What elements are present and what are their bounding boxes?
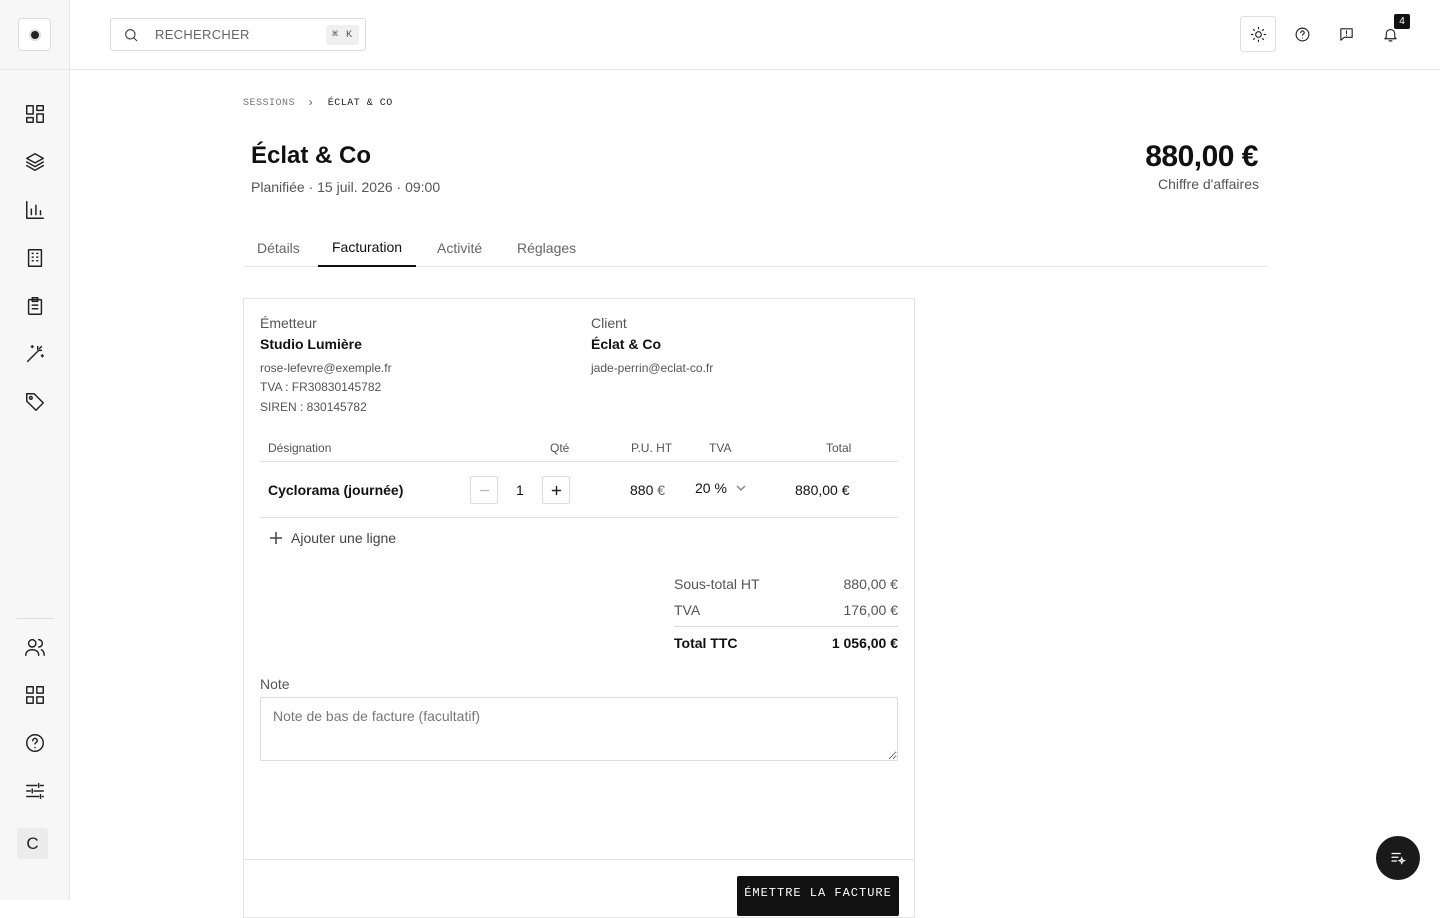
tab-bar: Détails Facturation Activité Réglages (243, 228, 1267, 267)
chevron-right-icon: › (307, 96, 315, 110)
tab-billing[interactable]: Facturation (318, 228, 417, 267)
column-header-unit-price: P.U. HT (631, 441, 673, 455)
tab-details[interactable]: Détails (243, 228, 314, 267)
notification-count-badge: 4 (1394, 14, 1410, 29)
breadcrumb-sessions-link[interactable]: SESSIONS (243, 98, 295, 109)
layers-icon[interactable] (23, 150, 47, 174)
breadcrumb-current: ÉCLAT & CO (327, 97, 393, 109)
app-logo[interactable] (18, 18, 51, 51)
currency-symbol: € (657, 482, 666, 498)
magic-wand-icon[interactable] (23, 342, 47, 366)
sidebar-divider (17, 618, 54, 619)
search-icon (123, 27, 139, 43)
line-total: 880,00 € (795, 482, 850, 498)
floating-action-button[interactable] (1376, 836, 1420, 880)
sidebar-divider (0, 69, 70, 70)
add-line-label: Ajouter une ligne (291, 530, 397, 546)
help-icon (1295, 27, 1309, 41)
vat-total-label: TVA (674, 602, 701, 618)
unit-price-field[interactable]: 880 € (630, 482, 665, 498)
chevron-down-icon (736, 485, 746, 492)
grand-total-value: 1 056,00 € (831, 635, 898, 651)
sun-icon (1250, 26, 1266, 42)
increase-quantity-button[interactable] (542, 476, 570, 504)
avatar[interactable]: C (17, 828, 48, 859)
notifications-button[interactable]: 4 (1372, 14, 1410, 52)
theme-toggle-button[interactable] (1240, 16, 1276, 52)
client-name: Éclat & Co (591, 336, 662, 352)
minus-icon (479, 489, 489, 491)
issue-invoice-button[interactable]: ÉMETTRE LA FACTURE (737, 876, 899, 916)
tag-icon[interactable] (23, 390, 47, 414)
quantity-value[interactable]: 1 (516, 482, 524, 498)
avatar-initial: C (26, 833, 39, 853)
logo-mark-icon (28, 28, 41, 41)
plus-icon (270, 532, 282, 544)
revenue-amount: 880,00 € (1145, 140, 1258, 173)
help-icon[interactable] (23, 731, 47, 755)
note-label: Note (260, 676, 290, 692)
card-footer-divider (244, 859, 914, 860)
tab-settings[interactable]: Réglages (503, 228, 590, 267)
dashboard-icon[interactable] (23, 102, 47, 126)
client-email: jade-perrin@eclat-co.fr (591, 361, 714, 375)
issuer-email: rose-lefevre@exemple.fr (260, 361, 392, 375)
analytics-icon[interactable] (23, 198, 47, 222)
subtotal-label: Sous-total HT (674, 576, 760, 592)
issuer-label: Émetteur (260, 315, 317, 331)
search-input[interactable] (155, 19, 325, 50)
apps-grid-icon[interactable] (23, 683, 47, 707)
issuer-vat-number: TVA : FR30830145782 (260, 380, 382, 394)
vat-rate-value: 20 % (695, 480, 727, 496)
invoice-note-textarea[interactable] (260, 697, 898, 761)
page-title: Éclat & Co (251, 142, 372, 169)
table-divider (260, 517, 898, 518)
table-divider (260, 461, 898, 462)
search-box[interactable]: ⌘ K (110, 18, 366, 51)
breadcrumb: SESSIONS › ÉCLAT & CO (243, 96, 393, 110)
invoice-card: Émetteur Studio Lumière rose-lefevre@exe… (243, 298, 915, 918)
search-shortcut-badge: ⌘ K (325, 25, 359, 45)
column-header-total: Total (826, 441, 852, 455)
unit-price-value: 880 (630, 482, 654, 498)
feedback-button[interactable] (1328, 16, 1364, 52)
list-sparkle-icon (1391, 852, 1406, 865)
totals-divider (674, 626, 898, 627)
client-label: Client (591, 315, 627, 331)
sidebar: C (0, 0, 70, 900)
vat-total-value: 176,00 € (843, 602, 899, 618)
plus-icon (551, 485, 561, 495)
tab-activity[interactable]: Activité (423, 228, 496, 267)
column-header-vat: TVA (709, 441, 732, 455)
building-icon[interactable] (23, 246, 47, 270)
line-designation: Cyclorama (journée) (268, 482, 404, 498)
decrease-quantity-button[interactable] (470, 476, 498, 504)
top-bar: ⌘ K 4 (70, 0, 1440, 70)
column-header-quantity: Qté (550, 441, 570, 455)
sliders-icon[interactable] (23, 779, 47, 803)
vat-rate-select[interactable]: 20 % (695, 480, 747, 496)
issuer-name: Studio Lumière (260, 336, 362, 352)
column-header-designation: Désignation (268, 441, 332, 455)
issuer-siren: SIREN : 830145782 (260, 400, 367, 414)
add-line-button[interactable]: Ajouter une ligne (269, 530, 396, 546)
grand-total-label: Total TTC (674, 635, 738, 651)
users-icon[interactable] (23, 635, 47, 659)
help-button[interactable] (1284, 16, 1320, 52)
revenue-label: Chiffre d'affaires (1158, 176, 1259, 192)
clipboard-icon[interactable] (23, 294, 47, 318)
subtotal-value: 880,00 € (843, 576, 899, 592)
message-alert-icon (1339, 27, 1353, 41)
session-status-line: Planifiée · 15 juil. 2026 · 09:00 (251, 179, 441, 195)
